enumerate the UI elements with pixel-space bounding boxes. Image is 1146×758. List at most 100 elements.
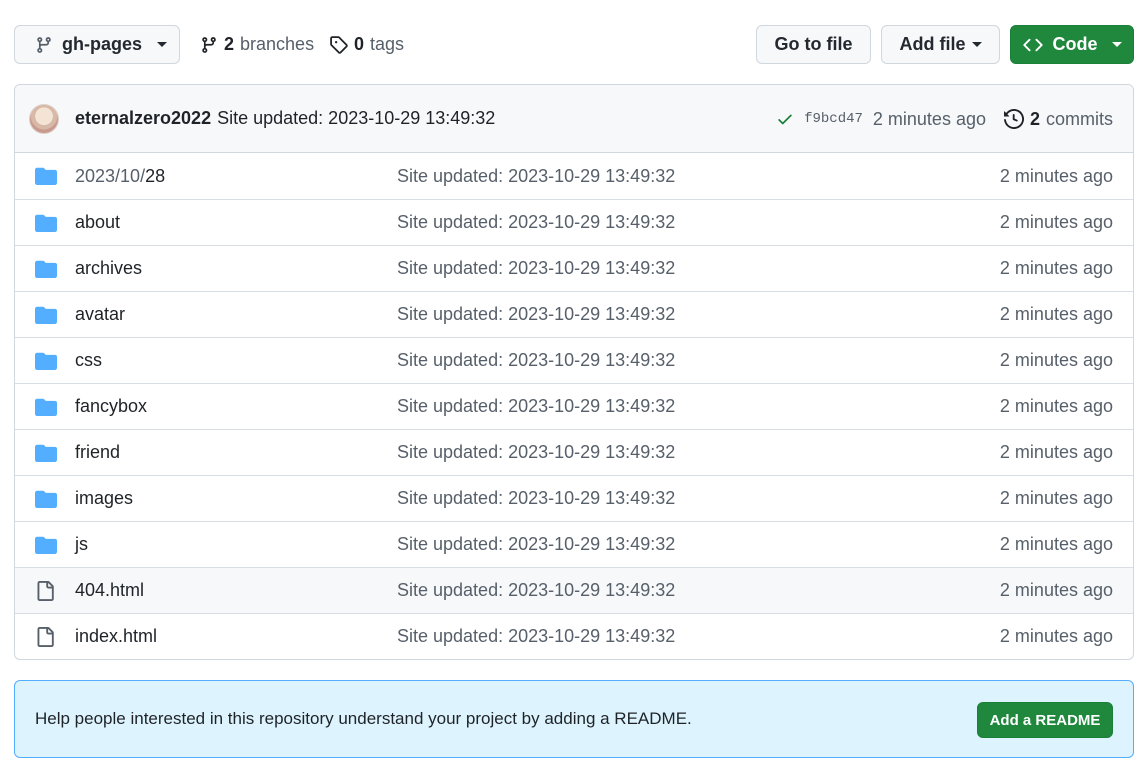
code-icon [1022, 35, 1043, 55]
avatar[interactable] [29, 103, 59, 134]
file-name: css [75, 350, 102, 370]
folder-icon [35, 535, 57, 555]
file-age: 2 minutes ago [999, 396, 1113, 416]
file-name: archives [75, 258, 143, 278]
folder-icon [35, 397, 57, 417]
file-name: about [75, 212, 121, 232]
add-readme-button[interactable]: Add a README [977, 702, 1113, 738]
file-path-prefix: 2023/10/ [75, 165, 146, 186]
code-button[interactable]: Code [1010, 25, 1134, 64]
table-row[interactable]: 2023/10/28 Site updated: 2023-10-29 13:4… [15, 153, 1133, 199]
git-branch-icon [200, 36, 218, 54]
add-file-label: Add file [899, 34, 966, 54]
check-icon[interactable] [776, 110, 794, 128]
file-name-link[interactable]: index.html [75, 626, 157, 647]
caret-down-icon [971, 42, 982, 47]
file-name: 404.html [75, 580, 145, 600]
table-row[interactable]: fancybox Site updated: 2023-10-29 13:49:… [15, 383, 1133, 429]
table-row[interactable]: archives Site updated: 2023-10-29 13:49:… [15, 245, 1133, 291]
file-commit-message[interactable]: Site updated: 2023-10-29 13:49:32 [397, 626, 675, 647]
file-name: friend [75, 442, 121, 462]
commit-message[interactable]: Site updated: 2023-10-29 13:49:32 [217, 108, 495, 129]
file-age: 2 minutes ago [999, 626, 1113, 646]
folder-icon [35, 213, 57, 233]
file-commit-message[interactable]: Site updated: 2023-10-29 13:49:32 [397, 304, 675, 325]
table-row[interactable]: images Site updated: 2023-10-29 13:49:32… [15, 475, 1133, 521]
branches-link[interactable]: 2 branches [200, 25, 314, 64]
file-age: 2 minutes ago [999, 442, 1113, 462]
table-row[interactable]: index.html Site updated: 2023-10-29 13:4… [15, 613, 1133, 659]
add-readme-banner: Help people interested in this repositor… [14, 680, 1134, 758]
file-name-link[interactable]: avatar [75, 304, 125, 325]
file-list: 2023/10/28 Site updated: 2023-10-29 13:4… [15, 153, 1133, 659]
file-name: images [75, 488, 134, 508]
commits-count: 2 [1029, 108, 1040, 129]
file-age: 2 minutes ago [999, 580, 1113, 600]
file-name-link[interactable]: images [75, 488, 133, 509]
file-name-link[interactable]: about [75, 212, 120, 233]
caret-down-icon [157, 42, 168, 47]
file-name-link[interactable]: 404.html [75, 580, 144, 601]
commits-label: commits [1046, 108, 1113, 129]
file-age: 2 minutes ago [999, 304, 1113, 324]
file-commit-message[interactable]: Site updated: 2023-10-29 13:49:32 [397, 258, 675, 279]
table-row[interactable]: css Site updated: 2023-10-29 13:49:32 2 … [15, 337, 1133, 383]
file-commit-message[interactable]: Site updated: 2023-10-29 13:49:32 [397, 212, 675, 233]
file-age: 2 minutes ago [999, 165, 1113, 186]
tag-icon [329, 35, 348, 54]
branches-count: 2 [224, 34, 235, 54]
go-to-file-button[interactable]: Go to file [756, 25, 871, 64]
file-age: 2 minutes ago [999, 258, 1113, 278]
commit-time: 2 minutes ago [872, 108, 986, 129]
file-age: 2 minutes ago [999, 350, 1113, 370]
caret-down-icon [1111, 42, 1122, 47]
readme-prompt-text: Help people interested in this repositor… [35, 709, 692, 728]
file-name: avatar [75, 304, 126, 324]
file-commit-message[interactable]: Site updated: 2023-10-29 13:49:32 [397, 350, 675, 371]
file-name-link[interactable]: friend [75, 442, 120, 463]
table-row[interactable]: about Site updated: 2023-10-29 13:49:32 … [15, 199, 1133, 245]
commits-link[interactable]: 2 commits [1003, 108, 1113, 130]
folder-icon [35, 166, 57, 186]
commit-sha[interactable]: f9bcd47 [804, 111, 863, 127]
file-commit-message[interactable]: Site updated: 2023-10-29 13:49:32 [397, 488, 675, 509]
file-age: 2 minutes ago [999, 212, 1113, 232]
folder-icon [35, 351, 57, 371]
table-row[interactable]: avatar Site updated: 2023-10-29 13:49:32… [15, 291, 1133, 337]
file-name-link[interactable]: archives [75, 258, 142, 279]
commit-author[interactable]: eternalzero2022 [75, 108, 211, 129]
tags-label: tags [370, 34, 405, 54]
file-name: 28 [145, 165, 166, 186]
file-name: fancybox [75, 396, 148, 416]
folder-icon [35, 259, 57, 279]
file-name: js [75, 534, 88, 554]
file-age: 2 minutes ago [999, 534, 1113, 554]
folder-icon [35, 305, 57, 325]
file-name-link[interactable]: js [75, 534, 88, 555]
file-name-link[interactable]: fancybox [75, 396, 147, 417]
table-row[interactable]: js Site updated: 2023-10-29 13:49:32 2 m… [15, 521, 1133, 567]
tags-count: 0 [354, 34, 365, 54]
file-name: index.html [75, 626, 158, 646]
table-row[interactable]: friend Site updated: 2023-10-29 13:49:32… [15, 429, 1133, 475]
file-commit-message[interactable]: Site updated: 2023-10-29 13:49:32 [397, 534, 675, 555]
file-commit-message[interactable]: Site updated: 2023-10-29 13:49:32 [397, 442, 675, 463]
tags-link[interactable]: 0 tags [329, 25, 404, 64]
commit-meta: f9bcd47 2 minutes ago 2 commits [776, 85, 1113, 153]
file-name-link[interactable]: 2023/10/28 [75, 166, 165, 187]
file-commit-message[interactable]: Site updated: 2023-10-29 13:49:32 [397, 580, 675, 601]
file-age: 2 minutes ago [999, 488, 1113, 508]
file-table: eternalzero2022 Site updated: 2023-10-29… [14, 84, 1134, 660]
branch-select-button[interactable]: gh-pages [14, 25, 180, 64]
file-commit-message[interactable]: Site updated: 2023-10-29 13:49:32 [397, 396, 675, 417]
add-file-button[interactable]: Add file [881, 25, 1000, 64]
latest-commit-bar: eternalzero2022 Site updated: 2023-10-29… [15, 85, 1133, 153]
table-row[interactable]: 404.html Site updated: 2023-10-29 13:49:… [15, 567, 1133, 613]
file-commit-message[interactable]: Site updated: 2023-10-29 13:49:32 [397, 166, 675, 187]
branches-label: branches [240, 34, 315, 54]
file-icon [35, 627, 57, 647]
folder-icon [35, 489, 57, 509]
git-branch-icon [35, 36, 53, 54]
file-name-link[interactable]: css [75, 350, 102, 371]
folder-icon [35, 443, 57, 463]
